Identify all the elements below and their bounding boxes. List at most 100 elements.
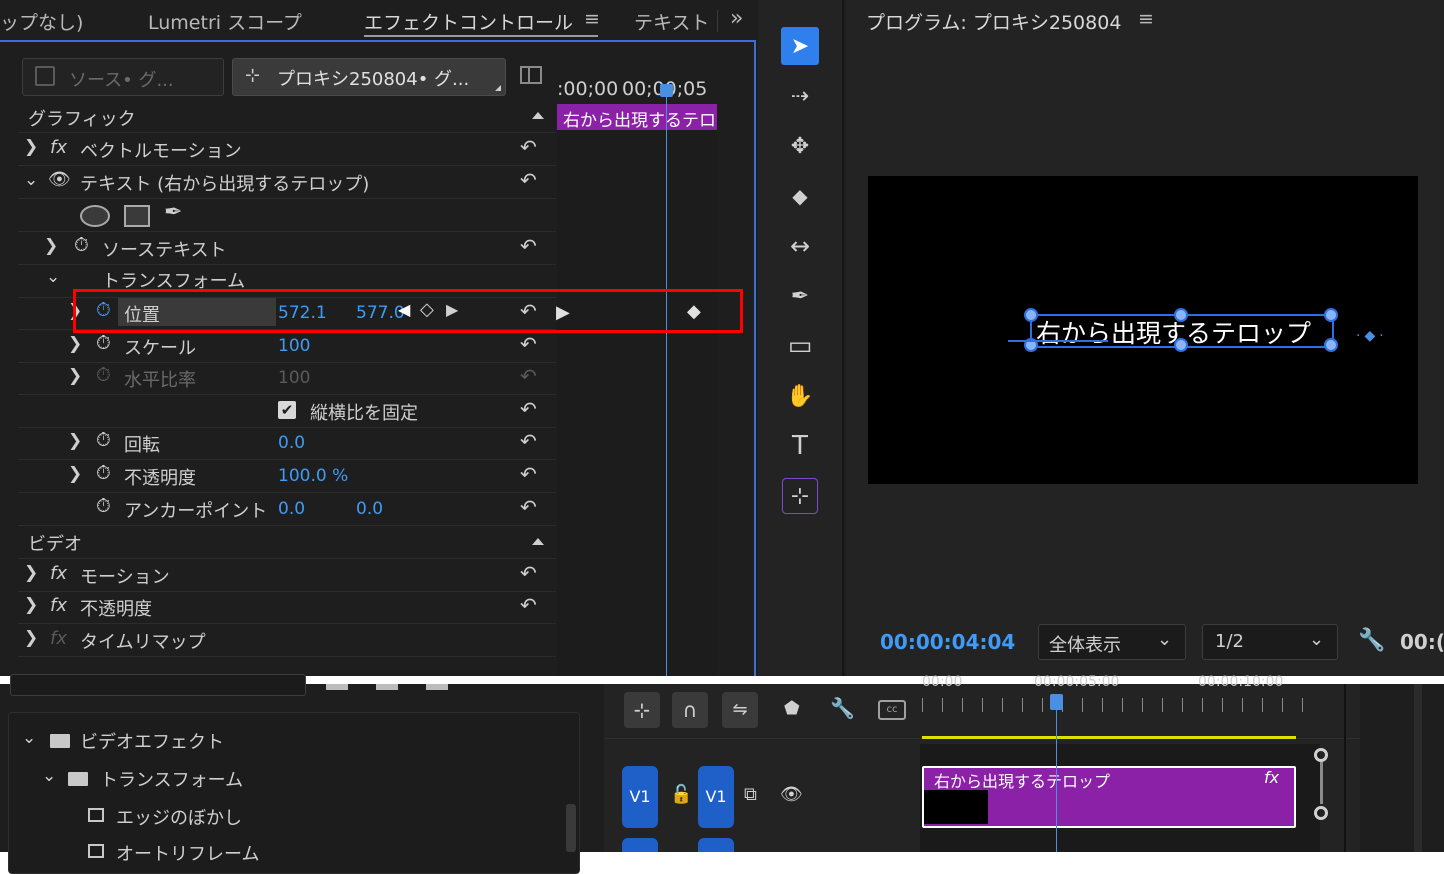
auto-reframe-label[interactable]: オートリフレーム: [116, 840, 259, 866]
expand-chevron-icon[interactable]: ❯: [24, 595, 38, 615]
scale-row[interactable]: ❯ ⏱ スケール 100 ↶: [18, 330, 556, 363]
accelerated-icon[interactable]: [376, 684, 398, 690]
fx-icon[interactable]: fx: [50, 563, 67, 584]
stopwatch-icon[interactable]: ⏱: [96, 495, 111, 517]
settings-wrench-icon[interactable]: 🔧: [1358, 628, 1385, 653]
ellipse-mask-icon[interactable]: [80, 205, 110, 227]
timeline-playhead-line[interactable]: [1056, 698, 1057, 852]
stopwatch-icon[interactable]: ⏱: [96, 332, 111, 354]
resolution-dropdown[interactable]: 1/2 ⌄: [1202, 624, 1338, 660]
time-ruler-ticks[interactable]: [922, 698, 1318, 712]
snap-icon[interactable]: ∩: [672, 692, 708, 728]
ripple-edit-tool-icon[interactable]: ✥: [778, 126, 822, 166]
stopwatch-icon[interactable]: ⏱: [96, 462, 111, 484]
vertical-zoom-handle-bottom[interactable]: [1314, 806, 1328, 820]
slip-tool-icon[interactable]: ↔: [778, 226, 822, 266]
stopwatch-icon[interactable]: ⏱: [96, 429, 111, 451]
bbox-handle[interactable]: [1324, 308, 1338, 322]
track-eye-icon[interactable]: 👁: [780, 784, 803, 805]
vertical-type-tool-icon[interactable]: ⊹: [778, 476, 822, 516]
track-v1-target[interactable]: V1: [698, 766, 734, 828]
edge-feather-label[interactable]: エッジのぼかし: [116, 804, 242, 830]
track-v1-source-patch[interactable]: V1: [622, 766, 658, 828]
rotation-row[interactable]: ❯ ⏱ 回転 0.0 ↶: [18, 427, 556, 460]
collapse-up-icon[interactable]: [532, 112, 544, 119]
collapse-chevron-icon[interactable]: ⌄: [42, 766, 56, 786]
reset-effect-icon[interactable]: ↶: [520, 135, 537, 159]
add-marker-icon[interactable]: ⬟: [784, 698, 800, 719]
reset-parameter-icon[interactable]: ↶: [520, 429, 537, 453]
reset-effect-icon[interactable]: ↶: [520, 593, 537, 617]
track-select-tool-icon[interactable]: ⇢: [778, 76, 822, 116]
reset-parameter-icon[interactable]: ↶: [520, 462, 537, 486]
motion-row[interactable]: ❯ fx モーション ↶: [18, 559, 556, 592]
reset-parameter-icon[interactable]: ↶: [520, 495, 537, 519]
hand-tool-icon[interactable]: ✋: [778, 376, 822, 416]
expand-chevron-icon[interactable]: ❯: [44, 236, 58, 256]
captions-icon[interactable]: cc: [878, 700, 906, 720]
ec-clip-bar[interactable]: 右から出現するテロ: [557, 104, 717, 130]
expand-chevron-icon[interactable]: ❯: [24, 628, 38, 648]
anchor-point-row[interactable]: ⏱ アンカーポイント 0.0 0.0 ↶: [18, 493, 556, 526]
video-opacity-row[interactable]: ❯ fx 不透明度 ↶: [18, 591, 556, 624]
tab-lumetri-scopes[interactable]: Lumetri スコープ: [148, 8, 302, 35]
new-bin-icon[interactable]: [326, 684, 348, 690]
reset-effect-icon[interactable]: ↶: [520, 168, 537, 192]
reset-parameter-icon[interactable]: ↶: [520, 234, 537, 258]
ec-playhead-line[interactable]: [666, 90, 667, 676]
bbox-handle[interactable]: [1024, 308, 1038, 322]
yuv-icon[interactable]: [426, 684, 448, 690]
track-lock-icon[interactable]: 🔓: [670, 784, 692, 805]
expand-chevron-icon[interactable]: ❯: [68, 431, 82, 451]
expand-chevron-icon[interactable]: ❯: [68, 464, 82, 484]
toggle-timeline-view-icon[interactable]: [520, 66, 542, 84]
source-text-row[interactable]: ❯ ⏱ ソーステキスト ↶: [18, 232, 556, 265]
source-clip-dropdown[interactable]: ソース• グ...: [22, 58, 224, 96]
anchor-y-value[interactable]: 0.0: [356, 499, 383, 519]
expand-chevron-icon[interactable]: ❯: [24, 137, 38, 157]
sequence-clip-dropdown[interactable]: ⊹ プロキシ250804• グ...: [232, 58, 506, 96]
reset-effect-icon[interactable]: ↶: [520, 561, 537, 585]
effects-scrollbar[interactable]: [566, 804, 576, 852]
program-video-frame[interactable]: 右から出現するテロップ ·◆·: [868, 176, 1418, 484]
collapse-chevron-icon[interactable]: ⌄: [22, 728, 36, 748]
program-monitor-title[interactable]: プログラム: プロキシ250804: [866, 8, 1121, 35]
tab-text[interactable]: テキスト: [634, 8, 709, 35]
bbox-handle[interactable]: [1324, 338, 1338, 352]
collapse-up-icon[interactable]: [532, 538, 544, 545]
linked-selection-icon[interactable]: ⇋: [722, 692, 758, 728]
expand-chevron-icon[interactable]: ❯: [68, 334, 82, 354]
time-remap-row[interactable]: ❯ fx タイムリマップ: [18, 624, 556, 657]
fx-icon[interactable]: fx: [50, 137, 67, 158]
eye-icon[interactable]: 👁: [48, 169, 71, 190]
expand-chevron-icon[interactable]: ❯: [24, 563, 38, 583]
collapse-chevron-icon[interactable]: ⌄: [24, 170, 38, 190]
rotation-value[interactable]: 0.0: [278, 433, 305, 453]
effect-controls-menu-icon[interactable]: ≡: [584, 8, 600, 30]
pen-tool-icon[interactable]: ✒: [778, 276, 822, 316]
opacity-row[interactable]: ❯ ⏱ 不透明度 100.0 % ↶: [18, 460, 556, 493]
video-effects-label[interactable]: ビデオエフェクト: [80, 728, 224, 754]
tab-effect-controls[interactable]: エフェクトコントロール: [364, 8, 573, 35]
transform-folder-label[interactable]: トランスフォーム: [100, 766, 243, 792]
collapse-chevron-icon[interactable]: ⌄: [46, 267, 60, 287]
timeline-settings-wrench-icon[interactable]: 🔧: [830, 696, 855, 720]
opacity-value[interactable]: 100.0 %: [278, 466, 348, 486]
program-menu-icon[interactable]: ≡: [1138, 8, 1154, 30]
expand-chevron-icon[interactable]: ❯: [68, 366, 82, 386]
stopwatch-icon[interactable]: ⏱: [74, 234, 89, 256]
vertical-zoom-bar[interactable]: [1320, 762, 1323, 804]
program-timecode[interactable]: 00:00:04:04: [880, 630, 1015, 654]
panel-overflow-icon[interactable]: »: [730, 6, 743, 31]
fit-dropdown[interactable]: 全体表示 ⌄: [1038, 624, 1186, 660]
type-tool-icon[interactable]: T: [778, 426, 822, 466]
vector-motion-row[interactable]: ❯ fx ベクトルモーション ↶: [18, 133, 556, 166]
vertical-zoom-handle-top[interactable]: [1314, 748, 1328, 762]
timeline-clip[interactable]: 右から出現するテロップ fx: [922, 766, 1296, 828]
ec-playhead-handle[interactable]: [660, 84, 673, 97]
rectangle-tool-icon[interactable]: ▭: [778, 326, 822, 366]
timeline-playhead-handle[interactable]: [1050, 694, 1063, 710]
reset-parameter-icon[interactable]: ↶: [520, 397, 537, 421]
effects-search-field[interactable]: [10, 674, 306, 696]
anchor-x-value[interactable]: 0.0: [278, 499, 305, 519]
